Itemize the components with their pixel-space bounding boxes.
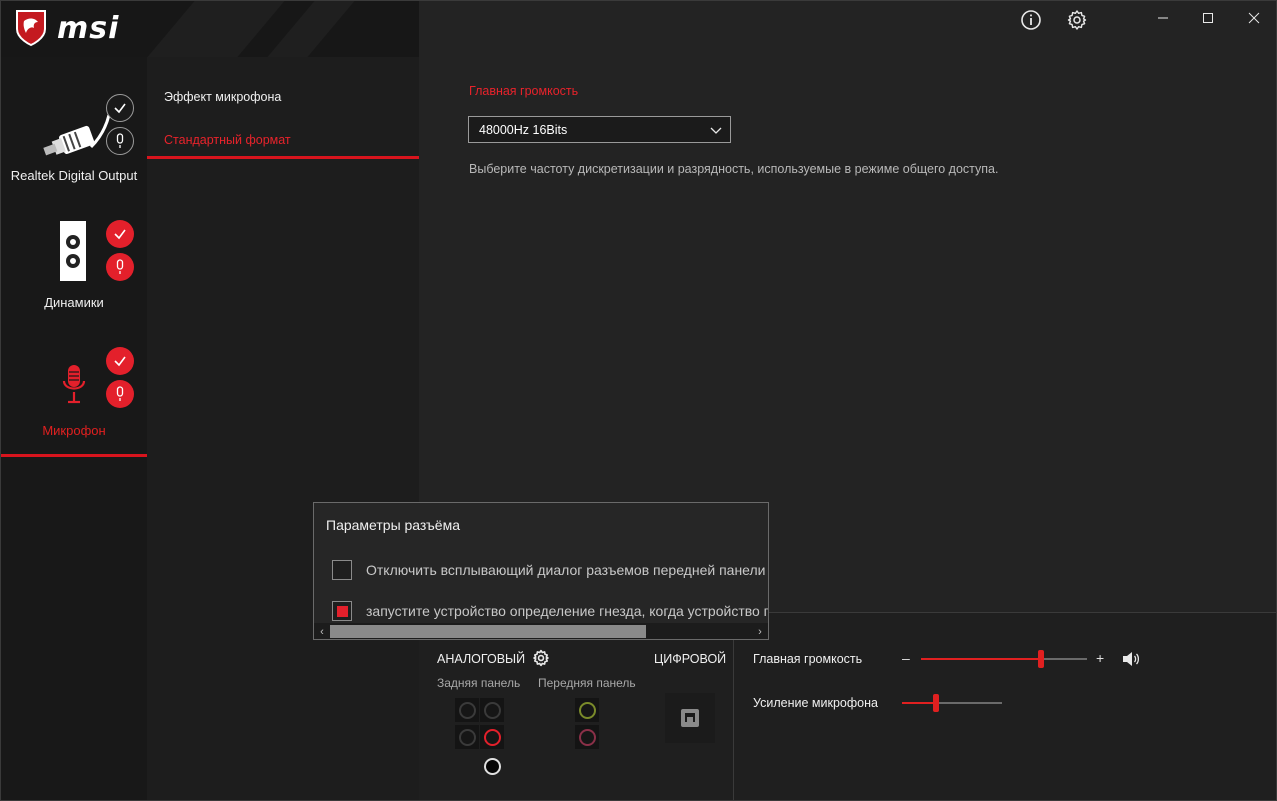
gear-icon[interactable]: [532, 649, 550, 667]
rear-jack-mic[interactable]: [480, 725, 504, 749]
title-bar: msi: [1, 1, 1276, 57]
microphone-icon: [116, 259, 124, 274]
rear-jack[interactable]: [455, 698, 479, 722]
device-label: Микрофон: [42, 423, 106, 438]
maximize-button[interactable]: [1185, 5, 1231, 31]
optical-port-icon: [681, 709, 699, 727]
connector-panel: АНАЛОГОВЫЙ ЦИФРОВОЙ Задняя панель Передн…: [419, 613, 734, 800]
digital-output-port[interactable]: [665, 693, 715, 743]
mic-boost-slider[interactable]: [902, 694, 1002, 712]
gear-icon[interactable]: [1064, 7, 1090, 33]
slider-fill: [902, 702, 936, 704]
device-speakers[interactable]: Динамики: [1, 212, 147, 322]
analog-label: АНАЛОГОВЫЙ: [437, 652, 526, 666]
mic-boost-label: Усиление микрофона: [753, 696, 878, 710]
section-title: Главная громкость: [469, 84, 579, 98]
chevron-down-icon: [710, 127, 722, 134]
menu-item-mic-effect[interactable]: Эффект микрофона: [164, 90, 281, 104]
jack-port: [578, 728, 596, 746]
scroll-right-arrow[interactable]: ›: [752, 623, 768, 639]
format-select[interactable]: 48000Hz 16Bits: [468, 116, 731, 143]
brand-area: msi: [1, 1, 419, 57]
slider-fill: [921, 658, 1041, 660]
option-label: запустите устройство определение гнезда,…: [366, 603, 768, 619]
checkbox-checked[interactable]: [332, 601, 352, 621]
communication-device-badge[interactable]: [106, 127, 134, 155]
logo-text: msi: [57, 10, 120, 46]
volume-minus[interactable]: –: [902, 650, 910, 666]
rear-jack[interactable]: [480, 698, 504, 722]
option-disable-popup[interactable]: Отключить всплывающий диалог разъемов пе…: [332, 560, 766, 580]
device-list: Realtek Digital Output Динамики Микрофон: [1, 57, 147, 800]
horizontal-scrollbar[interactable]: ‹ ›: [314, 623, 768, 639]
info-icon[interactable]: [1018, 7, 1044, 33]
scroll-thumb[interactable]: [330, 625, 646, 638]
brand-stripe: [267, 1, 355, 57]
default-device-badge[interactable]: [106, 220, 134, 248]
close-button[interactable]: [1231, 5, 1276, 31]
slider-knob[interactable]: [933, 694, 939, 712]
jack-port-mic: [483, 728, 501, 746]
front-jack-mic[interactable]: [575, 725, 599, 749]
master-volume-slider[interactable]: [921, 650, 1087, 668]
connector-settings-dialog: Параметры разъёма Отключить всплывающий …: [313, 502, 769, 640]
check-icon: [114, 356, 126, 367]
volume-plus[interactable]: +: [1096, 650, 1104, 666]
default-device-badge[interactable]: [106, 94, 134, 122]
speaker-volume-icon[interactable]: [1122, 651, 1140, 667]
communication-device-badge[interactable]: [106, 380, 134, 408]
dialog-title: Параметры разъёма: [326, 517, 460, 533]
jack-port: [483, 701, 501, 719]
app-window: msi Realtek Digital Output Динамики Микр…: [0, 0, 1277, 801]
communication-device-badge[interactable]: [106, 253, 134, 281]
jack-port: [458, 701, 476, 719]
slider-knob[interactable]: [1038, 650, 1044, 668]
front-panel-label: Передняя панель: [538, 676, 636, 690]
scroll-left-arrow[interactable]: ‹: [314, 623, 330, 639]
active-device-indicator: [1, 454, 147, 457]
microphone-icon: [62, 365, 86, 404]
microphone-icon: [116, 133, 124, 148]
check-icon: [114, 229, 126, 240]
master-volume-label: Главная громкость: [753, 652, 863, 666]
bottom-panel: АНАЛОГОВЫЙ ЦИФРОВОЙ Задняя панель Передн…: [419, 612, 1276, 800]
msi-logo: msi: [15, 9, 119, 47]
brand-stripe: [147, 1, 285, 57]
check-icon: [114, 103, 126, 114]
device-realtek-digital-output[interactable]: Realtek Digital Output: [1, 87, 147, 197]
device-label: Динамики: [44, 295, 104, 310]
digital-label: ЦИФРОВОЙ: [654, 652, 727, 666]
option-label: Отключить всплывающий диалог разъемов пе…: [366, 562, 766, 578]
default-device-badge[interactable]: [106, 347, 134, 375]
format-description: Выберите частоту дискретизации и разрядн…: [469, 162, 999, 176]
volume-area: Главная громкость – + Усиление микрофона: [735, 613, 1276, 800]
jack-port: [483, 757, 501, 775]
device-label: Realtek Digital Output: [10, 168, 138, 183]
device-microphone[interactable]: Микрофон: [1, 339, 147, 459]
settings-menu: Эффект микрофона Стандартный формат: [147, 57, 419, 800]
minimize-button[interactable]: [1140, 5, 1186, 31]
rear-jack[interactable]: [480, 754, 504, 778]
option-jack-detection[interactable]: запустите устройство определение гнезда,…: [332, 601, 768, 621]
microphone-icon: [116, 386, 124, 401]
checkbox[interactable]: [332, 560, 352, 580]
jack-port: [578, 701, 596, 719]
checkbox-mark: [336, 605, 348, 617]
menu-item-default-format[interactable]: Стандартный формат: [164, 133, 291, 147]
speaker-panel-icon: [60, 221, 86, 281]
front-jack-headphone[interactable]: [575, 698, 599, 722]
active-menu-indicator: [147, 156, 419, 159]
optical-cable-icon: [43, 114, 111, 156]
rear-panel-label: Задняя панель: [437, 676, 521, 690]
format-select-value: 48000Hz 16Bits: [479, 122, 568, 137]
jack-port: [458, 728, 476, 746]
rear-jack[interactable]: [455, 725, 479, 749]
dragon-shield-icon: [16, 10, 46, 47]
